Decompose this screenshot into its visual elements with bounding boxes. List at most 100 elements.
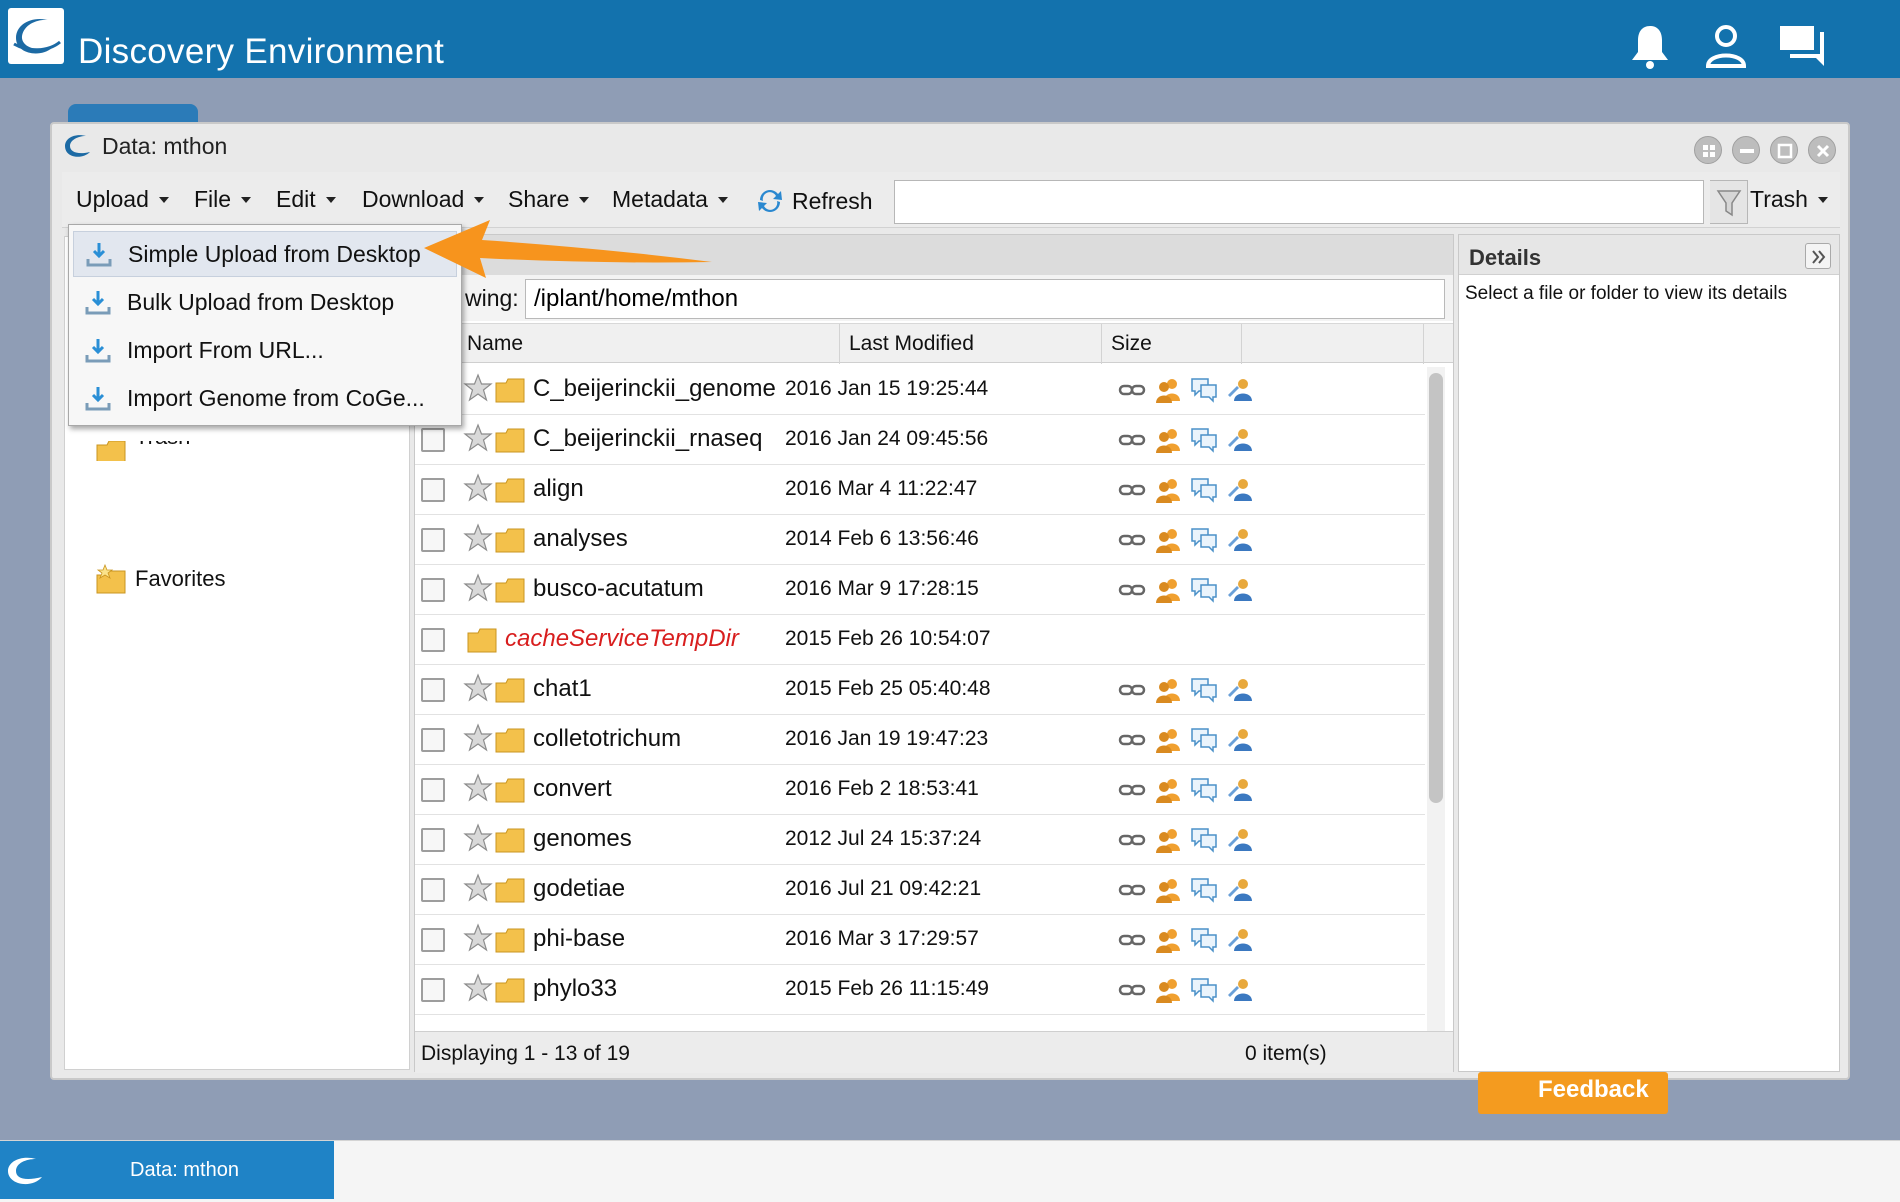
link-icon[interactable] bbox=[1117, 825, 1147, 855]
collapse-details-button[interactable] bbox=[1805, 243, 1831, 269]
window-title-bar[interactable]: Data: mthon bbox=[62, 130, 227, 162]
user-permissions-icon[interactable] bbox=[1225, 775, 1255, 805]
notifications-bell-icon[interactable] bbox=[1624, 20, 1676, 72]
user-permissions-icon[interactable] bbox=[1225, 575, 1255, 605]
column-header-name[interactable]: Name bbox=[467, 332, 523, 356]
link-icon[interactable] bbox=[1117, 575, 1147, 605]
favorite-star-icon[interactable] bbox=[463, 673, 493, 703]
favorite-star-icon[interactable] bbox=[463, 773, 493, 803]
table-row[interactable]: colletotrichum 2016 Jan 19 19:47:23 bbox=[415, 715, 1425, 765]
row-checkbox[interactable] bbox=[421, 878, 445, 902]
row-checkbox[interactable] bbox=[421, 478, 445, 502]
user-permissions-icon[interactable] bbox=[1225, 375, 1255, 405]
link-icon[interactable] bbox=[1117, 875, 1147, 905]
comments-icon[interactable] bbox=[1189, 775, 1219, 805]
table-row[interactable]: convert 2016 Feb 2 18:53:41 bbox=[415, 765, 1425, 815]
table-row[interactable]: phylo33 2015 Feb 26 11:15:49 bbox=[415, 965, 1425, 1015]
comments-icon[interactable] bbox=[1189, 525, 1219, 555]
table-row[interactable]: align 2016 Mar 4 11:22:47 bbox=[415, 465, 1425, 515]
link-icon[interactable] bbox=[1117, 375, 1147, 405]
share-users-icon[interactable] bbox=[1153, 525, 1183, 555]
comments-icon[interactable] bbox=[1189, 975, 1219, 1005]
user-permissions-icon[interactable] bbox=[1225, 875, 1255, 905]
menu-item-bulk-upload[interactable]: Bulk Upload from Desktop bbox=[73, 279, 457, 325]
row-checkbox[interactable] bbox=[421, 928, 445, 952]
comments-icon[interactable] bbox=[1189, 475, 1219, 505]
file-name[interactable]: phi-base bbox=[533, 925, 625, 953]
share-users-icon[interactable] bbox=[1153, 475, 1183, 505]
share-users-icon[interactable] bbox=[1153, 825, 1183, 855]
row-checkbox[interactable] bbox=[421, 578, 445, 602]
upload-menu-button[interactable]: Upload bbox=[76, 186, 169, 213]
file-name[interactable]: cacheServiceTempDir bbox=[505, 625, 739, 653]
row-checkbox[interactable] bbox=[421, 828, 445, 852]
link-icon[interactable] bbox=[1117, 675, 1147, 705]
row-checkbox[interactable] bbox=[421, 428, 445, 452]
share-users-icon[interactable] bbox=[1153, 775, 1183, 805]
taskbar-window-button[interactable]: Data: mthon bbox=[0, 1141, 334, 1199]
table-row[interactable]: godetiae 2016 Jul 21 09:42:21 bbox=[415, 865, 1425, 915]
favorite-star-icon[interactable] bbox=[463, 473, 493, 503]
user-account-icon[interactable] bbox=[1700, 20, 1752, 72]
comments-icon[interactable] bbox=[1189, 375, 1219, 405]
share-users-icon[interactable] bbox=[1153, 375, 1183, 405]
share-users-icon[interactable] bbox=[1153, 425, 1183, 455]
filter-button[interactable] bbox=[1710, 180, 1748, 224]
share-users-icon[interactable] bbox=[1153, 925, 1183, 955]
nav-item-trash[interactable]: Trash bbox=[95, 441, 190, 461]
row-checkbox[interactable] bbox=[421, 728, 445, 752]
metadata-menu-button[interactable]: Metadata bbox=[612, 186, 728, 213]
user-permissions-icon[interactable] bbox=[1225, 425, 1255, 455]
comments-icon[interactable] bbox=[1189, 925, 1219, 955]
chat-messages-icon[interactable] bbox=[1776, 20, 1828, 72]
link-icon[interactable] bbox=[1117, 475, 1147, 505]
share-users-icon[interactable] bbox=[1153, 725, 1183, 755]
user-permissions-icon[interactable] bbox=[1225, 525, 1255, 555]
download-menu-button[interactable]: Download bbox=[362, 186, 485, 213]
share-menu-button[interactable]: Share bbox=[508, 186, 590, 213]
user-permissions-icon[interactable] bbox=[1225, 925, 1255, 955]
favorite-star-icon[interactable] bbox=[463, 573, 493, 603]
file-name[interactable]: phylo33 bbox=[533, 975, 617, 1003]
user-permissions-icon[interactable] bbox=[1225, 725, 1255, 755]
file-name[interactable]: C_beijerinckii_rnaseq bbox=[533, 425, 762, 453]
file-name[interactable]: busco-acutatum bbox=[533, 575, 704, 603]
column-header-last-modified[interactable]: Last Modified bbox=[849, 332, 974, 356]
comments-icon[interactable] bbox=[1189, 425, 1219, 455]
table-row[interactable]: chat1 2015 Feb 25 05:40:48 bbox=[415, 665, 1425, 715]
comments-icon[interactable] bbox=[1189, 575, 1219, 605]
link-icon[interactable] bbox=[1117, 525, 1147, 555]
link-icon[interactable] bbox=[1117, 975, 1147, 1005]
comments-icon[interactable] bbox=[1189, 675, 1219, 705]
table-row[interactable]: phi-base 2016 Mar 3 17:29:57 bbox=[415, 915, 1425, 965]
menu-item-simple-upload[interactable]: Simple Upload from Desktop bbox=[73, 231, 457, 277]
window-maximize-icon[interactable] bbox=[1770, 136, 1798, 164]
favorite-star-icon[interactable] bbox=[463, 973, 493, 1003]
user-permissions-icon[interactable] bbox=[1225, 825, 1255, 855]
column-header-size[interactable]: Size bbox=[1111, 332, 1152, 356]
comments-icon[interactable] bbox=[1189, 725, 1219, 755]
favorite-star-icon[interactable] bbox=[463, 923, 493, 953]
edit-menu-button[interactable]: Edit bbox=[276, 186, 336, 213]
table-row[interactable]: C_beijerinckii_rnaseq 2016 Jan 24 09:45:5… bbox=[415, 415, 1425, 465]
comments-icon[interactable] bbox=[1189, 825, 1219, 855]
favorite-star-icon[interactable] bbox=[463, 523, 493, 553]
link-icon[interactable] bbox=[1117, 725, 1147, 755]
row-checkbox[interactable] bbox=[421, 628, 445, 652]
table-row[interactable]: analyses 2014 Feb 6 13:56:46 bbox=[415, 515, 1425, 565]
file-menu-button[interactable]: File bbox=[194, 186, 252, 213]
window-close-icon[interactable] bbox=[1808, 136, 1836, 164]
favorite-star-icon[interactable] bbox=[463, 373, 493, 403]
row-checkbox[interactable] bbox=[421, 978, 445, 1002]
user-permissions-icon[interactable] bbox=[1225, 475, 1255, 505]
table-row[interactable]: genomes 2012 Jul 24 15:37:24 bbox=[415, 815, 1425, 865]
file-name[interactable]: analyses bbox=[533, 525, 628, 553]
file-name[interactable]: chat1 bbox=[533, 675, 592, 703]
app-logo-icon[interactable] bbox=[8, 8, 64, 64]
file-name[interactable]: colletotrichum bbox=[533, 725, 681, 753]
user-permissions-icon[interactable] bbox=[1225, 675, 1255, 705]
row-checkbox[interactable] bbox=[421, 778, 445, 802]
table-row[interactable]: cacheServiceTempDir 2015 Feb 26 10:54:07 bbox=[415, 615, 1425, 665]
search-input[interactable] bbox=[894, 180, 1704, 224]
share-users-icon[interactable] bbox=[1153, 975, 1183, 1005]
